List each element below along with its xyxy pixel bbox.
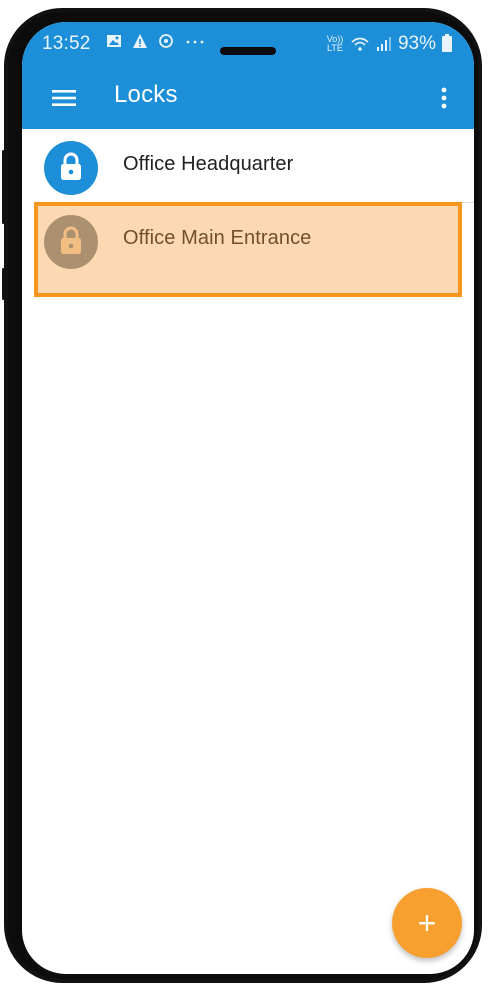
side-button-volume xyxy=(2,150,5,224)
volte-text-bottom: LTE xyxy=(327,43,343,53)
notification-icons xyxy=(106,33,206,49)
battery-icon xyxy=(442,34,452,52)
lock-icon xyxy=(58,151,84,186)
more-notifications-icon xyxy=(184,33,206,49)
camera-notch xyxy=(220,47,276,55)
image-icon xyxy=(106,33,122,49)
battery-percent: 93% xyxy=(397,33,436,54)
signal-icon xyxy=(376,36,392,52)
list-item-lock[interactable]: Office Headquarter xyxy=(22,129,474,203)
app-screenshot: 13:52 Vo)) LTE 93% Locks Office Headquar… xyxy=(0,0,488,989)
add-lock-button[interactable]: + xyxy=(392,888,462,958)
system-icons: Vo)) LTE 93% xyxy=(326,33,452,55)
sync-icon xyxy=(158,33,174,49)
app-bar: Locks xyxy=(22,70,474,129)
lock-avatar xyxy=(44,141,98,195)
side-button-power xyxy=(2,268,5,300)
warning-icon xyxy=(132,33,148,49)
phone-screen: 13:52 Vo)) LTE 93% Locks Office Headquar… xyxy=(22,22,474,974)
hamburger-menu-icon xyxy=(52,89,76,112)
more-vertical-icon xyxy=(441,87,447,114)
status-bar: 13:52 Vo)) LTE 93% xyxy=(22,22,474,70)
status-time: 13:52 xyxy=(42,33,91,54)
lock-name: Office Headquarter xyxy=(123,153,294,175)
overflow-menu-button[interactable] xyxy=(428,81,460,119)
wifi-icon xyxy=(350,36,370,52)
menu-button[interactable] xyxy=(40,82,88,118)
selection-highlight xyxy=(34,202,462,297)
add-icon: + xyxy=(417,904,437,941)
volte-icon: Vo)) LTE xyxy=(326,35,344,53)
page-title: Locks xyxy=(114,81,178,108)
